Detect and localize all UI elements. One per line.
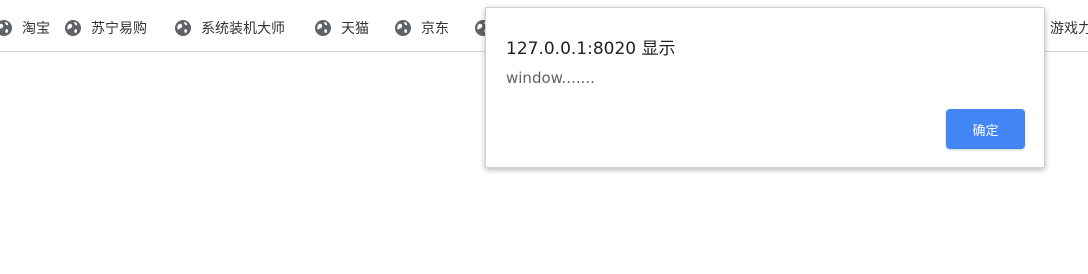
globe-icon	[175, 20, 191, 36]
bookmark-label: 淘宝	[22, 21, 50, 37]
bookmark-label: 京东	[421, 21, 449, 37]
bookmark-suning[interactable]: 苏宁易购	[65, 18, 147, 38]
bookmark-tmall[interactable]: 天猫	[315, 18, 369, 38]
dialog-title: 127.0.0.1:8020 显示	[506, 39, 676, 59]
globe-icon	[65, 20, 81, 36]
ok-button[interactable]: 确定	[946, 109, 1025, 149]
globe-icon	[315, 20, 331, 36]
bookmark-label: 天猫	[341, 21, 369, 37]
globe-icon	[395, 20, 411, 36]
bookmark-jd[interactable]: 京东	[395, 18, 449, 38]
bookmark-label: 系统装机大师	[201, 21, 285, 37]
globe-icon	[0, 20, 12, 36]
dialog-message: window.......	[506, 69, 595, 87]
alert-dialog: 127.0.0.1:8020 显示 window....... 确定	[485, 7, 1045, 168]
bookmark-label: 游戏力	[1050, 21, 1088, 37]
bookmark-system-installer[interactable]: 系统装机大师	[175, 18, 285, 38]
bookmark-label: 苏宁易购	[91, 21, 147, 37]
bookmark-taobao[interactable]: 淘宝	[0, 18, 50, 38]
